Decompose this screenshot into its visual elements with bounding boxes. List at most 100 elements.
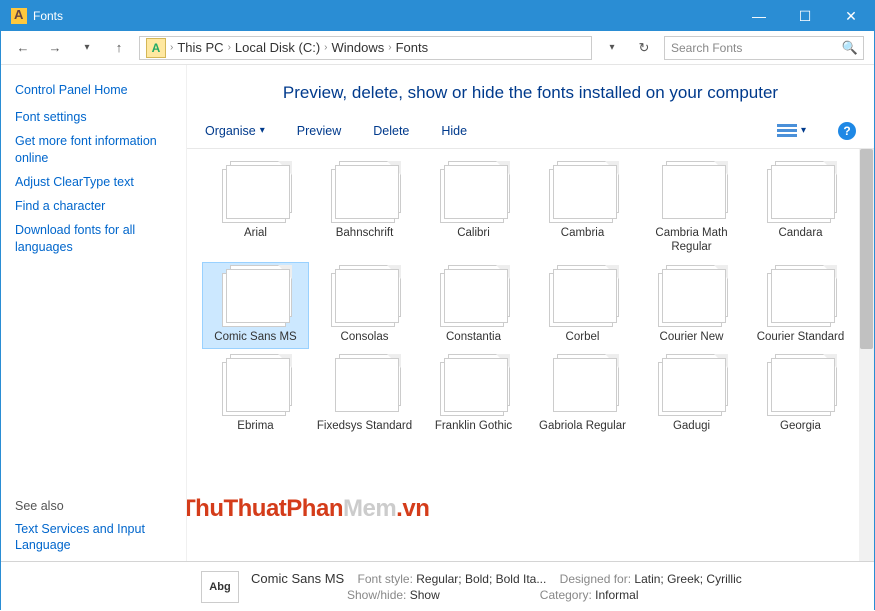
chevron-down-icon: ▾ [801, 125, 806, 136]
font-name: Courier Standard [750, 331, 851, 345]
font-sample: Abg [339, 161, 401, 213]
search-input[interactable] [664, 36, 864, 60]
font-thumb: Abg [765, 267, 837, 327]
font-thumb: Abg [329, 267, 401, 327]
view-icon [777, 123, 797, 139]
font-sample: Abg [775, 161, 837, 213]
crumb-0[interactable]: This PC [177, 40, 223, 55]
font-thumb: Abg [438, 267, 510, 327]
content-area: Preview, delete, show or hide the fonts … [187, 65, 874, 561]
details-pane: Abg Comic Sans MS Font style: Regular; B… [1, 561, 874, 611]
toolbar-organise[interactable]: Organise ▾ [205, 124, 265, 138]
font-tile[interactable]: AbgCorbel [530, 263, 635, 349]
designed-for-value: Latin; Greek; Cyrillic [634, 572, 741, 586]
address-bar[interactable]: A › This PC› Local Disk (C:)› Windows› F… [139, 36, 592, 60]
font-name: Candara [750, 227, 851, 241]
font-tile[interactable]: AbgConstantia [421, 263, 526, 349]
sidebar-link-find-char[interactable]: Find a character [15, 198, 172, 214]
font-tile[interactable]: Abg Candara [748, 159, 853, 259]
font-sample: Abg [448, 354, 510, 406]
scrollbar[interactable] [859, 149, 874, 561]
showhide-label: Show/hide: [347, 588, 406, 602]
close-button[interactable]: ✕ [828, 1, 874, 31]
font-name: Comic Sans MS [205, 331, 306, 345]
font-tile[interactable]: Abg Franklin Gothic [421, 352, 526, 438]
sidebar-header[interactable]: Control Panel Home [15, 83, 172, 97]
font-sample: Abg [557, 161, 619, 213]
font-tile[interactable]: Abg Fixedsys Standard [312, 352, 417, 438]
crumb-3[interactable]: Fonts [396, 40, 429, 55]
font-tile[interactable]: Abg Arial [203, 159, 308, 259]
font-thumb: Abg [547, 267, 619, 327]
toolbar-delete[interactable]: Delete [373, 124, 409, 138]
font-tile[interactable]: ЇrĕCambria Math Regular [639, 159, 744, 259]
seealso-link-text-services[interactable]: Text Services and Input Language [15, 521, 186, 554]
crumb-2[interactable]: Windows [332, 40, 385, 55]
search-box-wrap: 🔍 [664, 36, 864, 60]
font-tile[interactable]: Abg Consolas [312, 263, 417, 349]
font-name: Consolas [314, 331, 415, 345]
sidebar-link-font-settings[interactable]: Font settings [15, 109, 172, 125]
font-name: Fixedsys Standard [314, 420, 415, 434]
font-tile[interactable]: CWY Gadugi [639, 352, 744, 438]
help-button[interactable]: ? [838, 122, 856, 140]
font-name: Ebrima [205, 420, 306, 434]
crumb-1[interactable]: Local Disk (C:) [235, 40, 320, 55]
font-thumb: Abg [547, 163, 619, 223]
category-value: Informal [595, 588, 638, 602]
back-button[interactable]: ← [11, 36, 35, 60]
watermark: ThuThuatPhanMem.vn [187, 495, 429, 523]
font-tile[interactable]: Abg Georgia [748, 352, 853, 438]
font-name: Cambria [532, 227, 633, 241]
font-sample: Abg [775, 354, 837, 406]
font-tile[interactable]: AbgCalibri [421, 159, 526, 259]
maximize-button[interactable]: ☐ [782, 1, 828, 31]
font-tile[interactable]: Abg Courier Standard [748, 263, 853, 349]
folder-icon: A [146, 38, 166, 58]
minimize-button[interactable]: — [736, 1, 782, 31]
font-thumb: Abg [765, 356, 837, 416]
font-tile[interactable]: AbgComic Sans MS [203, 263, 308, 349]
sidebar-link-cleartype[interactable]: Adjust ClearType text [15, 174, 172, 190]
font-sample: CWY [666, 354, 728, 406]
font-thumb: Abg [656, 267, 728, 327]
toolbar-view[interactable]: ▾ [777, 123, 806, 139]
font-tile[interactable]: AbgGabriola Regular [530, 352, 635, 438]
refresh-button[interactable]: ↻ [632, 40, 656, 56]
seealso-label: See also [15, 499, 186, 513]
font-style-value: Regular; Bold; Bold Ita... [416, 572, 546, 586]
font-sample: Abg [557, 354, 619, 406]
category-label: Category: [540, 588, 592, 602]
font-sample: Abg [775, 265, 837, 317]
font-name: Gadugi [641, 420, 742, 434]
scroll-thumb[interactable] [860, 149, 873, 349]
address-caret[interactable]: ▾ [600, 36, 624, 60]
toolbar-hide[interactable]: Hide [441, 124, 467, 138]
toolbar-preview[interactable]: Preview [297, 124, 341, 138]
font-sample: Abg [666, 265, 728, 317]
font-thumb: Abg [438, 356, 510, 416]
navigation-bar: ← → ▾ ↑ A › This PC› Local Disk (C:)› Wi… [1, 31, 874, 65]
font-tile[interactable]: Abg Cambria [530, 159, 635, 259]
font-name: Georgia [750, 420, 851, 434]
font-tile[interactable]: AbgEbrima [203, 352, 308, 438]
details-font-name: Comic Sans MS [251, 571, 344, 586]
forward-button[interactable]: → [43, 36, 67, 60]
font-sample: Abg [448, 161, 510, 213]
up-button[interactable]: ↑ [107, 36, 131, 60]
app-icon [11, 8, 27, 24]
font-name: Arial [205, 227, 306, 241]
font-sample: Abg [557, 265, 619, 317]
font-thumb: Їrĕ [656, 163, 728, 223]
recent-locations-button[interactable]: ▾ [75, 36, 99, 60]
font-name: Courier New [641, 331, 742, 345]
font-name: Franklin Gothic [423, 420, 524, 434]
font-tile[interactable]: Abg Courier New [639, 263, 744, 349]
font-thumb: Abg [220, 163, 292, 223]
sidebar-link-more-info[interactable]: Get more font information online [15, 133, 172, 166]
sidebar-link-download[interactable]: Download fonts for all languages [15, 222, 172, 255]
font-tile[interactable]: AbgBahnschrift [312, 159, 417, 259]
font-sample: Abg [339, 354, 401, 406]
font-style-label: Font style: [358, 572, 413, 586]
font-sample: Abg [230, 161, 292, 213]
